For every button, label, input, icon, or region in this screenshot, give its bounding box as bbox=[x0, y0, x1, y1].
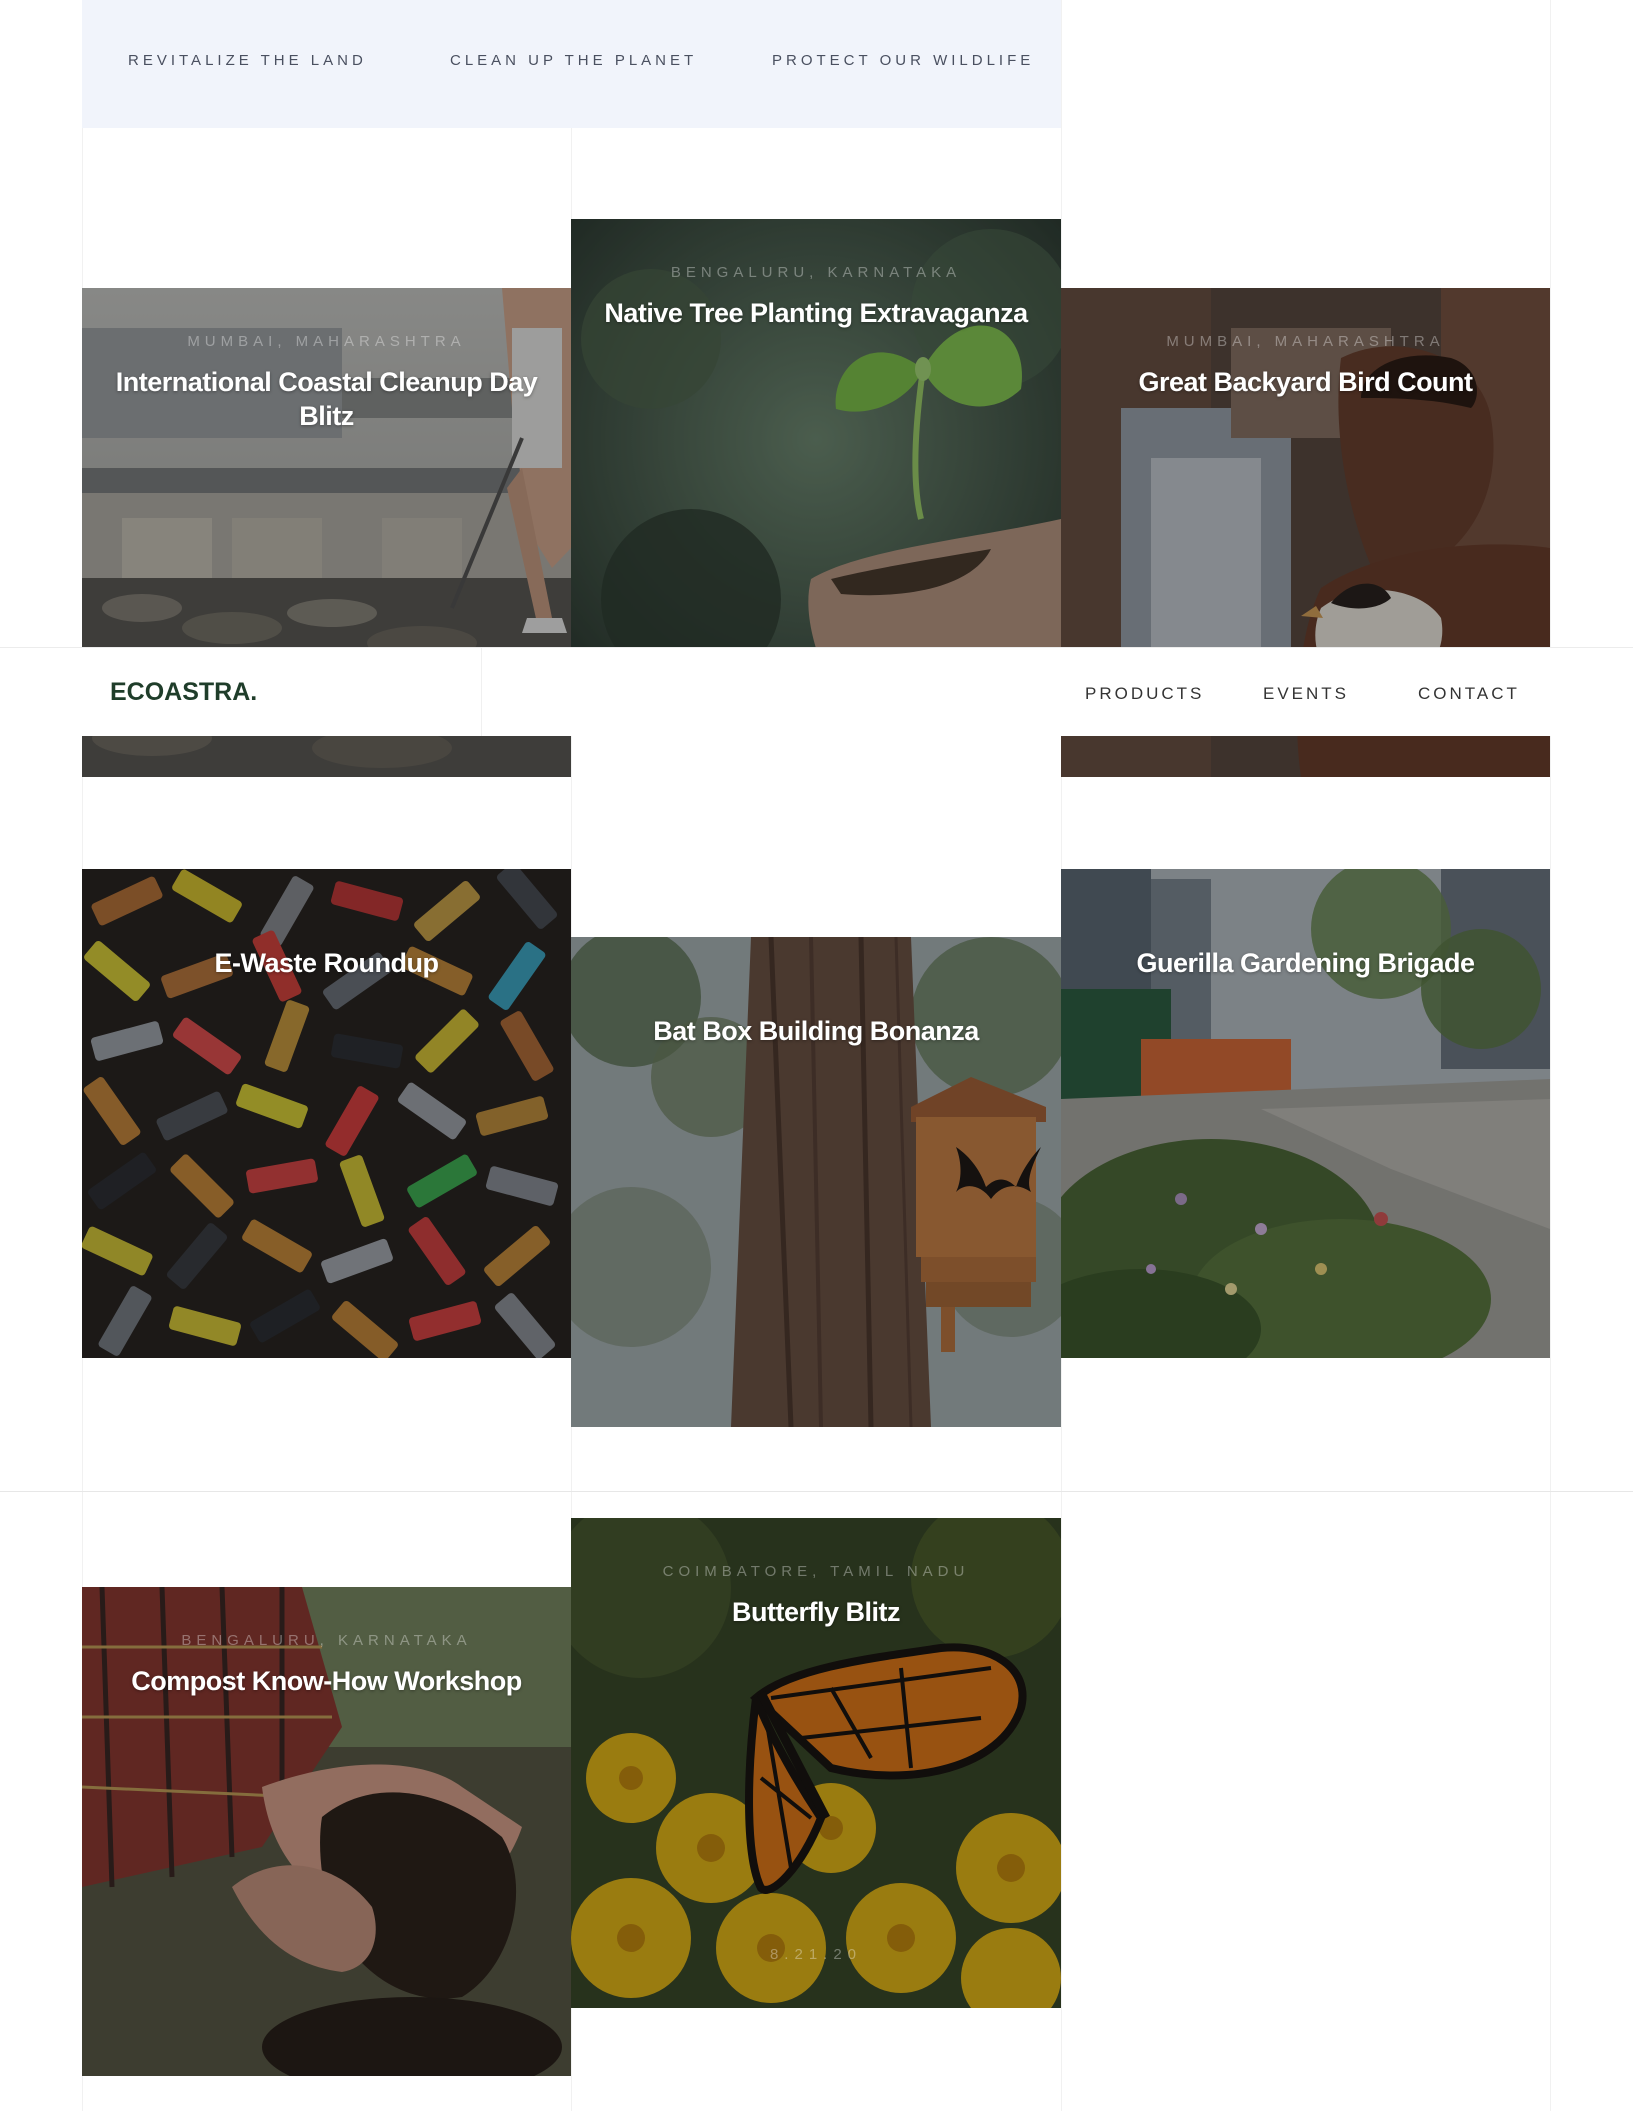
event-title[interactable]: International Coastal Cleanup Day Blitz bbox=[102, 365, 551, 433]
event-title[interactable]: Guerilla Gardening Brigade bbox=[1081, 946, 1530, 980]
image-overlay bbox=[571, 1518, 1061, 2008]
event-title[interactable]: Butterfly Blitz bbox=[591, 1595, 1041, 1629]
section-divider bbox=[0, 1491, 1633, 1492]
event-card[interactable]: E-Waste Roundup bbox=[82, 869, 571, 1358]
event-location: COIMBATORE, TAMIL NADU bbox=[662, 1563, 970, 1580]
event-location: BENGALURU, KARNATAKA bbox=[670, 264, 962, 281]
image-overlay bbox=[1061, 869, 1550, 1358]
logo[interactable]: ECOASTRA. bbox=[110, 678, 257, 707]
event-title[interactable]: Great Backyard Bird Count bbox=[1081, 365, 1530, 399]
main-navbar: ECOASTRA. PRODUCTS EVENTS CONTACT bbox=[0, 647, 1633, 736]
category-bar: REVITALIZE THE LAND CLEAN UP THE PLANET … bbox=[82, 0, 1061, 128]
event-card[interactable]: BENGALURU, KARNATAKA Native Tree Plantin… bbox=[571, 219, 1061, 709]
image-overlay bbox=[82, 1587, 571, 2076]
event-card[interactable]: BENGALURU, KARNATAKA Compost Know-How Wo… bbox=[82, 1587, 571, 2076]
event-date: 8.21.20 bbox=[769, 1946, 863, 1963]
nav-products[interactable]: PRODUCTS bbox=[1085, 684, 1204, 704]
divider bbox=[481, 648, 482, 736]
nav-contact[interactable]: CONTACT bbox=[1418, 684, 1520, 704]
event-location: BENGALURU, KARNATAKA bbox=[181, 1632, 472, 1649]
category-link-protect[interactable]: PROTECT OUR WILDLIFE bbox=[772, 52, 1034, 69]
category-link-clean-up[interactable]: CLEAN UP THE PLANET bbox=[450, 52, 697, 69]
event-card[interactable]: Guerilla Gardening Brigade bbox=[1061, 869, 1550, 1358]
nav-events[interactable]: EVENTS bbox=[1263, 684, 1349, 704]
event-location: MUMBAI, MAHARASHTRA bbox=[187, 333, 466, 350]
image-overlay bbox=[82, 869, 571, 1358]
event-card[interactable]: COIMBATORE, TAMIL NADU Butterfly Blitz 8… bbox=[571, 1518, 1061, 2008]
event-location: MUMBAI, MAHARASHTRA bbox=[1166, 333, 1445, 350]
event-card[interactable]: Bat Box Building Bonanza bbox=[571, 937, 1061, 1427]
event-title[interactable]: Native Tree Planting Extravaganza bbox=[591, 296, 1041, 330]
event-title[interactable]: E-Waste Roundup bbox=[102, 946, 551, 980]
event-title[interactable]: Compost Know-How Workshop bbox=[102, 1664, 551, 1698]
category-link-revitalize[interactable]: REVITALIZE THE LAND bbox=[128, 52, 367, 69]
image-overlay bbox=[571, 219, 1061, 709]
grid-line bbox=[1550, 0, 1551, 2111]
image-overlay bbox=[571, 937, 1061, 1427]
event-title[interactable]: Bat Box Building Bonanza bbox=[591, 1014, 1041, 1048]
